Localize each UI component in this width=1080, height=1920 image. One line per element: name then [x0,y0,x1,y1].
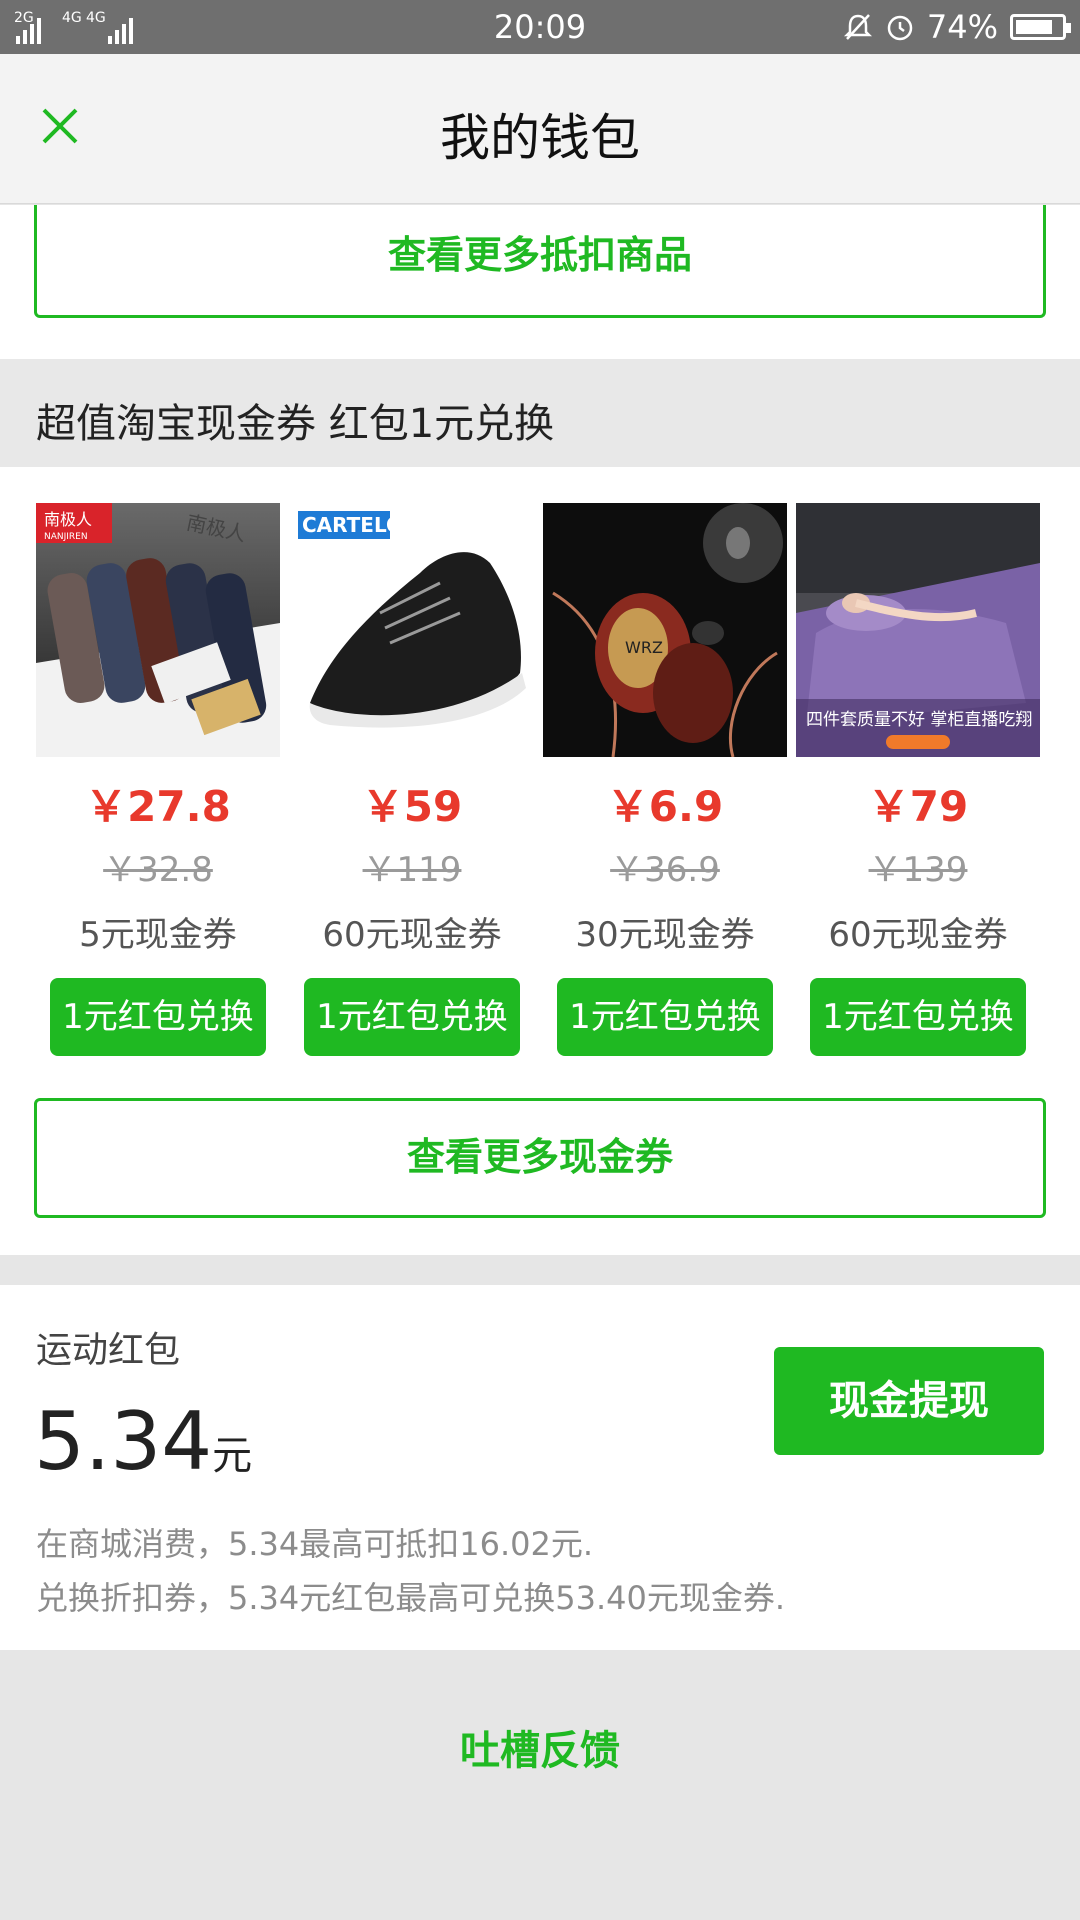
exchange-button[interactable]: 1元红包兑换 [50,978,266,1056]
svg-text:四件套质量不好 掌柜直播吃翔: 四件套质量不好 掌柜直播吃翔 [806,710,1032,730]
coupon-section-header: 超值淘宝现金券 红包1元兑换 [0,359,1080,467]
svg-text:WRZ: WRZ [625,638,663,657]
sport-red-packet-card: 运动红包 5.34元 现金提现 在商城消费，5.34最高可抵扣16.02元. 兑… [0,1285,1080,1650]
product-price: ￥79 [867,782,969,831]
status-bar: 2G 4G 4G 20:09 74% [0,0,1080,54]
product-card[interactable]: 四件套质量不好 掌柜直播吃翔 ￥79 ￥139 60元现金券 1元红包兑换 [796,503,1040,1056]
battery-icon [1010,14,1071,40]
withdraw-button[interactable]: 现金提现 [774,1347,1044,1455]
product-image-earphones[interactable]: WRZ [543,503,787,757]
wallet-amount-unit: 元 [212,1433,253,1479]
product-coupon: 5元现金券 [79,915,237,955]
wallet-info-line: 兑换折扣券，5.34元红包最高可兑换53.40元现金券. [36,1579,786,1617]
battery-percent: 74% [926,8,998,46]
product-price: ￥59 [361,782,463,831]
exchange-button[interactable]: 1元红包兑换 [304,978,520,1056]
bell-off-icon [843,14,872,40]
feedback-section: 吐槽反馈 [0,1650,1080,1920]
product-original-price: ￥36.9 [610,850,720,890]
product-card[interactable]: CARTELO ￥59 ￥119 60元现金券 1元红包兑换 [290,503,534,1056]
wallet-amount-value: 5.34 [34,1395,213,1488]
product-image-underwear[interactable]: 南极人 NANJIREN 南极人 [36,503,280,757]
product-original-price: ￥119 [362,850,462,890]
brand-logo-text: 南极人 [44,510,92,529]
wallet-info-line: 在商城消费，5.34最高可抵扣16.02元. [36,1525,594,1563]
product-image-bedding[interactable]: 四件套质量不好 掌柜直播吃翔 [796,503,1040,757]
more-deduct-products-button[interactable]: 查看更多抵扣商品 [34,205,1046,318]
product-original-price: ￥139 [868,850,968,890]
product-original-price: ￥32.8 [103,850,213,890]
product-coupon: 30元现金券 [575,915,755,955]
brand-logo-text: CARTELO [302,513,403,537]
product-card[interactable]: WRZ ￥6.9 ￥36.9 30元现金券 1元红包兑换 [543,503,787,1056]
product-image-shoe[interactable]: CARTELO [290,503,534,757]
svg-text:NANJIREN: NANJIREN [44,532,88,542]
product-price: ￥6.9 [606,782,724,831]
wallet-amount: 5.34元 [34,1395,252,1488]
more-coupons-button[interactable]: 查看更多现金券 [34,1098,1046,1218]
section-title: 超值淘宝现金券 红包1元兑换 [36,401,555,447]
page-title: 我的钱包 [440,109,640,167]
nav-bar: 我的钱包 [0,54,1080,204]
feedback-link[interactable]: 吐槽反馈 [0,1718,1080,1776]
product-coupon: 60元现金券 [828,915,1008,955]
alarm-icon [887,15,913,41]
exchange-button[interactable]: 1元红包兑换 [810,978,1026,1056]
product-coupon: 60元现金券 [322,915,502,955]
exchange-button[interactable]: 1元红包兑换 [557,978,773,1056]
product-card[interactable]: 南极人 NANJIREN 南极人 ￥27.8 ￥32.8 5元现金券 1元红包兑… [36,503,280,1056]
wallet-title: 运动红包 [36,1330,181,1371]
product-price: ￥27.8 [85,782,231,831]
